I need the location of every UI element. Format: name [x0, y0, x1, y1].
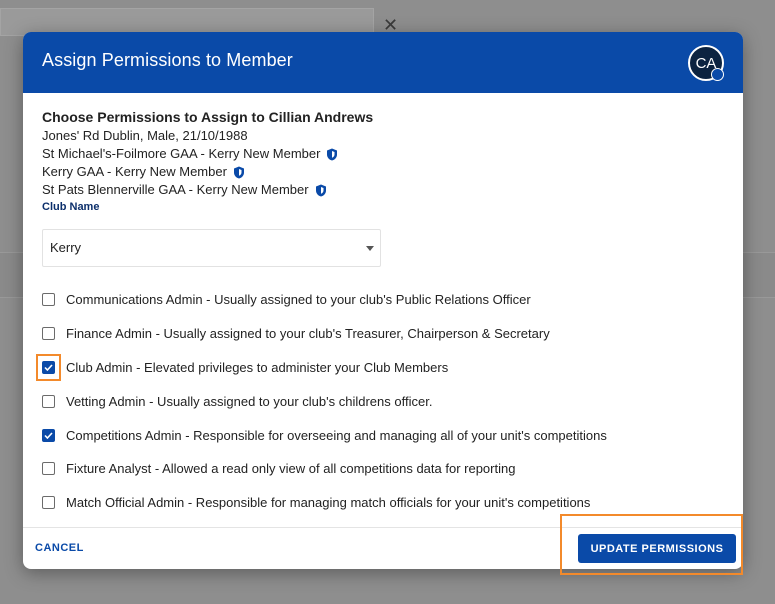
- dialog-header: Assign Permissions to Member CA: [23, 32, 743, 93]
- avatar[interactable]: CA: [688, 45, 724, 81]
- club-admin-checkbox-highlight: [36, 353, 61, 381]
- dialog-title: Assign Permissions to Member: [42, 50, 293, 70]
- dialog-body: Choose Permissions to Assign to Cillian …: [36, 109, 732, 510]
- member-info: Jones' Rd Dublin, Male, 21/10/1988: [42, 128, 248, 143]
- permission-checkbox[interactable]: [42, 327, 55, 341]
- assign-permissions-dialog: Assign Permissions to Member CA Choose P…: [23, 32, 743, 569]
- permission-label: Fixture Analyst - Allowed a read only vi…: [66, 461, 516, 477]
- shield-badge-icon: [711, 68, 724, 81]
- permission-label: Vetting Admin - Usually assigned to your…: [66, 393, 433, 409]
- shield-icon: [315, 184, 326, 196]
- membership-label: St Pats Blennerville GAA - Kerry New Mem…: [42, 182, 309, 197]
- permission-label: Finance Admin - Usually assigned to your…: [66, 326, 550, 342]
- permission-competitions-admin[interactable]: Competitions Admin - Responsible for ove…: [42, 418, 732, 452]
- permission-finance-admin[interactable]: Finance Admin - Usually assigned to your…: [42, 317, 732, 351]
- permission-vetting-admin[interactable]: Vetting Admin - Usually assigned to your…: [42, 384, 732, 418]
- membership-label: Kerry GAA - Kerry New Member: [42, 164, 227, 179]
- permission-checkbox[interactable]: [42, 293, 55, 307]
- club-name-label: Club Name: [42, 201, 100, 213]
- permission-communications-admin[interactable]: Communications Admin - Usually assigned …: [42, 283, 732, 317]
- update-button-highlight: [560, 514, 743, 575]
- permission-checkbox[interactable]: [42, 496, 55, 510]
- permission-club-admin[interactable]: Club Admin - Elevated privileges to admi…: [36, 351, 732, 385]
- permission-checkbox[interactable]: [42, 462, 55, 476]
- permission-checkbox[interactable]: [42, 428, 55, 442]
- membership-label: St Michael's-Foilmore GAA - Kerry New Me…: [42, 146, 321, 161]
- shield-icon: [233, 166, 244, 178]
- club-name-select[interactable]: Kerry: [42, 229, 381, 267]
- caret-down-icon: [366, 246, 374, 251]
- membership-item: St Pats Blennerville GAA - Kerry New Mem…: [42, 181, 732, 199]
- cancel-button[interactable]: CANCEL: [35, 542, 84, 554]
- permission-label: Communications Admin - Usually assigned …: [66, 292, 531, 308]
- club-select-value: Kerry: [50, 240, 82, 255]
- shield-icon: [327, 148, 338, 160]
- membership-item: Kerry GAA - Kerry New Member: [42, 163, 732, 181]
- membership-item: St Michael's-Foilmore GAA - Kerry New Me…: [42, 145, 732, 163]
- checkmark-icon: [44, 432, 53, 439]
- permissions-list: Communications Admin - Usually assigned …: [36, 283, 732, 520]
- permission-label: Competitions Admin - Responsible for ove…: [66, 427, 607, 443]
- member-heading: Choose Permissions to Assign to Cillian …: [42, 109, 374, 125]
- permission-checkbox[interactable]: [42, 394, 55, 408]
- permission-label: Match Official Admin - Responsible for m…: [66, 495, 591, 511]
- permission-label: Club Admin - Elevated privileges to admi…: [66, 359, 449, 375]
- permission-fixture-analyst[interactable]: Fixture Analyst - Allowed a read only vi…: [42, 452, 732, 486]
